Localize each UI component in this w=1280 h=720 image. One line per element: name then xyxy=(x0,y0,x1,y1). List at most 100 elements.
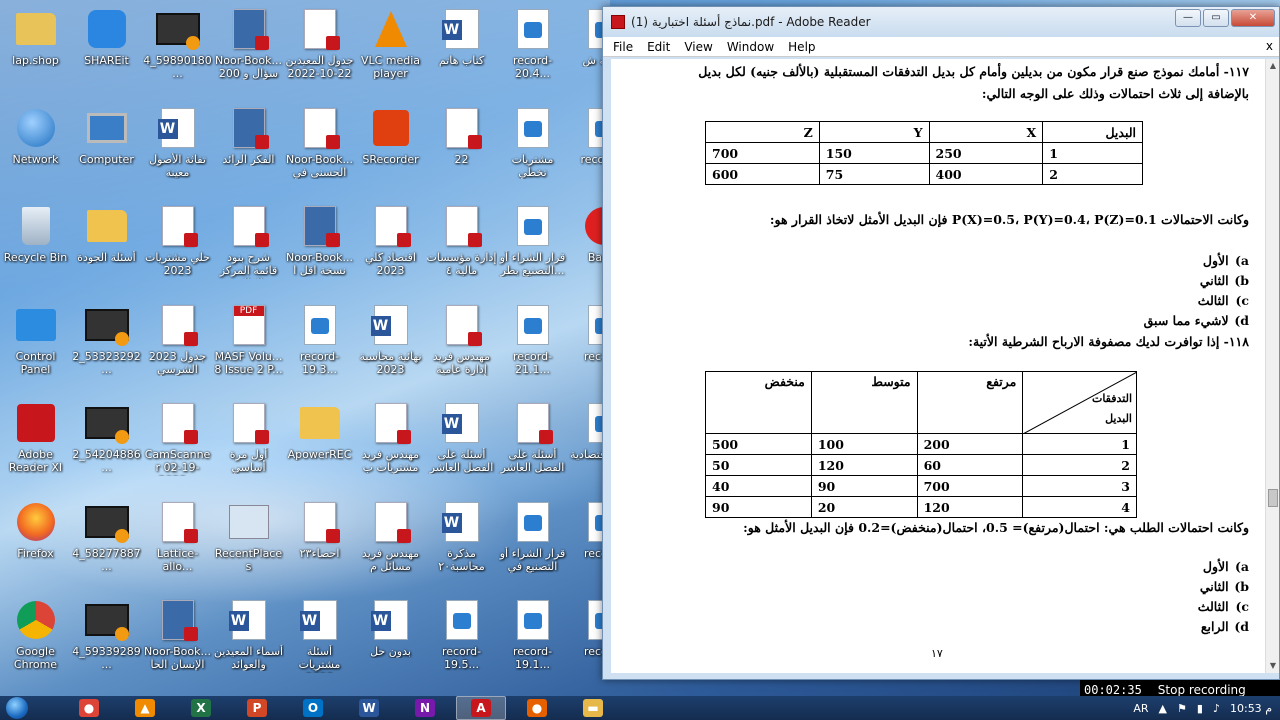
desktop-icon[interactable]: SRecorder xyxy=(355,99,426,198)
desktop-icon[interactable]: 4_58277887... xyxy=(71,493,142,592)
desktop-icon[interactable]: قرار الشراء أو التصنيع بطر... xyxy=(497,197,568,296)
menu-view[interactable]: View xyxy=(684,40,712,54)
network-icon[interactable]: ▮ xyxy=(1197,702,1203,715)
desktop-icon[interactable]: جدول المعيدين 22-10-2022 xyxy=(284,0,355,99)
desktop-icon[interactable]: SHAREit xyxy=(71,0,142,99)
desktop-icon[interactable]: Firefox xyxy=(0,493,71,592)
desktop-icon[interactable]: 22 xyxy=(426,99,497,198)
desktop-icon[interactable]: Noor-Book... الحسنى في xyxy=(284,99,355,198)
desktop-icon[interactable]: مذكرة محاسبة٢٠ xyxy=(426,493,497,592)
desktop-icon[interactable]: VLC media player xyxy=(355,0,426,99)
document-close-icon[interactable]: x xyxy=(1266,39,1273,53)
network-icon xyxy=(14,105,58,151)
desktop-icon[interactable]: Adobe Reader XI xyxy=(0,394,71,493)
desktop-icon[interactable]: Lattice-allo... xyxy=(142,493,213,592)
tray-arrow-icon[interactable]: ▲ xyxy=(1159,702,1167,715)
desktop-icon[interactable]: مهندس فريد مسائل م xyxy=(355,493,426,592)
desktop-icon[interactable]: 2_53323292... xyxy=(71,296,142,395)
powerpoint-icon: P xyxy=(247,699,267,717)
desktop-icon[interactable]: Computer xyxy=(71,99,142,198)
desktop-icon[interactable]: أسماء المعيدين والعوائد xyxy=(213,591,284,690)
desktop-icon[interactable]: Google Chrome xyxy=(0,591,71,690)
menu-edit[interactable]: Edit xyxy=(647,40,670,54)
desktop-icon[interactable]: مهندس فريد إدارة عامية xyxy=(426,296,497,395)
srecorder-icon xyxy=(369,105,413,151)
taskbar-word-button[interactable]: W xyxy=(344,696,394,720)
flag-icon[interactable]: ⚑ xyxy=(1177,702,1187,715)
desktop-icon-label: كتاب هاتم xyxy=(438,54,485,67)
taskbar-onenote-button[interactable]: N xyxy=(400,696,450,720)
desktop-icon[interactable]: أول مرة أساسي xyxy=(213,394,284,493)
desktop-icon[interactable]: الفكر الرائد xyxy=(213,99,284,198)
desktop-icon[interactable]: مهندس فريد مشتريات ب xyxy=(355,394,426,493)
close-button[interactable]: ✕ xyxy=(1231,9,1275,27)
pdf-icon xyxy=(156,400,200,446)
restore-button[interactable]: ▭ xyxy=(1203,9,1229,27)
option-letter: c) xyxy=(1235,599,1249,614)
desktop-icon[interactable]: مشتريات تخطي xyxy=(497,99,568,198)
excel-icon: X xyxy=(191,699,211,717)
menu-file[interactable]: File xyxy=(613,40,633,54)
taskbar-powerpoint-button[interactable]: P xyxy=(232,696,282,720)
scroll-up-icon[interactable]: ▲ xyxy=(1266,59,1280,73)
desktop-icon[interactable]: 2_54204886... xyxy=(71,394,142,493)
desktop-icon[interactable]: كتاب هاتم xyxy=(426,0,497,99)
desktop-icon[interactable]: RecentPlaces xyxy=(213,493,284,592)
desktop-icon[interactable]: احصاء٢٣ xyxy=(284,493,355,592)
desktop-icon[interactable]: record-20.4... xyxy=(497,0,568,99)
desktop-icon[interactable]: lap.shop xyxy=(0,0,71,99)
desktop-icon[interactable]: PDF MASF Volu... 8 Issue 2 P... xyxy=(213,296,284,395)
desktop-icon[interactable]: إدارة مؤسسات مالية ٤ xyxy=(426,197,497,296)
minimize-button[interactable]: — xyxy=(1175,9,1201,27)
desktop-icon[interactable]: Network xyxy=(0,99,71,198)
clock[interactable]: 10:53 م xyxy=(1230,702,1272,715)
desktop-icon[interactable]: 4_59890180... xyxy=(142,0,213,99)
taskbar-vlc-button[interactable]: ▲ xyxy=(120,696,170,720)
desktop-icon-label: record-19.5... xyxy=(441,645,482,671)
desktop-icon[interactable]: Noor-Book... سؤال و 200 xyxy=(213,0,284,99)
desktop-icon[interactable]: Noor-Book... الإنسان الحا xyxy=(142,591,213,690)
desktop-icon[interactable]: أسئلة على الفصل العاشر xyxy=(497,394,568,493)
taskbar-excel-button[interactable]: X xyxy=(176,696,226,720)
start-button[interactable] xyxy=(0,696,34,720)
desktop-icon[interactable]: جدول 2023 الشرسي xyxy=(142,296,213,395)
desktop-icon[interactable]: أسئلة الجودة xyxy=(71,197,142,296)
taskbar-adobe-button[interactable]: A xyxy=(456,696,506,720)
desktop-icon[interactable]: نهائية محاسبة 2023 xyxy=(355,296,426,395)
menu-window[interactable]: Window xyxy=(727,40,774,54)
desktop-icon-label: أسئلة الجودة xyxy=(77,251,136,264)
taskbar-outlook-button[interactable]: O xyxy=(288,696,338,720)
volume-icon[interactable]: ♪ xyxy=(1213,702,1220,715)
desktop-icon[interactable]: أسئلة مشتريات 2023 xyxy=(284,591,355,690)
language-indicator[interactable]: AR xyxy=(1133,702,1148,715)
desktop-icon[interactable]: Recycle Bin xyxy=(0,197,71,296)
desktop-icon[interactable]: أسئلة على الفصل العاشر xyxy=(426,394,497,493)
desktop-icon[interactable]: CamScanner 02-19-2023... xyxy=(142,394,213,493)
scroll-down-icon[interactable]: ▼ xyxy=(1266,659,1280,673)
scroll-thumb[interactable] xyxy=(1268,489,1278,507)
desktop-icon[interactable]: حلي مشتريات 2023 xyxy=(142,197,213,296)
vertical-scrollbar[interactable]: ▲ ▼ xyxy=(1265,59,1279,673)
stop-recording-button[interactable]: Stop recording xyxy=(1158,683,1246,697)
desktop-icon[interactable]: اقتصاد كلي 2023 xyxy=(355,197,426,296)
taskbar-firefox-button[interactable]: ● xyxy=(512,696,562,720)
taskbar-chrome-button[interactable]: ● xyxy=(64,696,114,720)
taskbar-explorer-button[interactable]: ▬ xyxy=(568,696,618,720)
desktop-icon[interactable]: 4_59339289... xyxy=(71,591,142,690)
menu-help[interactable]: Help xyxy=(788,40,815,54)
desktop-icon[interactable]: record-19.5... xyxy=(426,591,497,690)
desktop-icon[interactable]: بدون حل xyxy=(355,591,426,690)
adobe-reader-window[interactable]: نماذج أسئلة اختبارية (1).pdf - Adobe Rea… xyxy=(602,6,1280,680)
desktop-icon[interactable]: record-19.1... xyxy=(497,591,568,690)
desktop-icon[interactable]: record-19.3... xyxy=(284,296,355,395)
desktop-icon[interactable]: تفاثة الأصول معينة xyxy=(142,99,213,198)
desktop-icon[interactable]: شرح بنود قائمة المركز المالي xyxy=(213,197,284,296)
desktop-icon[interactable]: قرار الشراء أو التصنيع في xyxy=(497,493,568,592)
window-titlebar[interactable]: نماذج أسئلة اختبارية (1).pdf - Adobe Rea… xyxy=(603,7,1279,37)
desktop-icon[interactable]: Control Panel xyxy=(0,296,71,395)
desktop-icon[interactable]: ApowerREC xyxy=(284,394,355,493)
desktop-icon[interactable]: Noor-Book... نسخة اقل ا xyxy=(284,197,355,296)
table-cell: 90 xyxy=(810,475,918,497)
recording-timer: 00:02:35 xyxy=(1084,683,1142,697)
desktop-icon[interactable]: record-21.1... xyxy=(497,296,568,395)
